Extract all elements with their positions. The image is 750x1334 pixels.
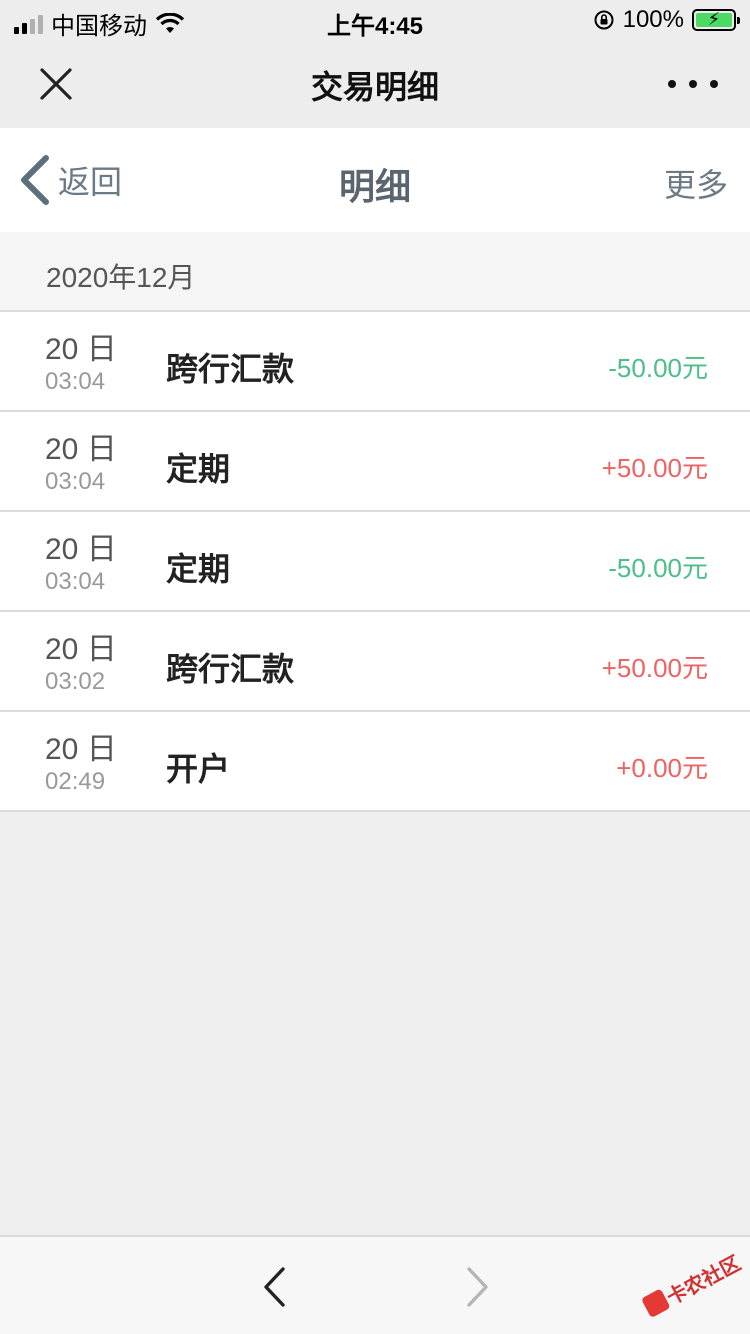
webview-title: 交易明细 [310,69,439,105]
page-header: 返回 明细 更多 [0,128,750,232]
month-label: 2020年12月 [46,262,196,293]
more-button[interactable]: 更多 [664,160,728,206]
transaction-name: 跨行汇款 [166,651,295,687]
dot-icon [710,80,718,88]
battery-percent: 100% [622,6,684,33]
transaction-amount: +0.00元 [616,753,708,783]
dot-icon [689,80,697,88]
transaction-time: 02:49 [45,768,106,795]
transaction-amount: +50.00元 [601,653,708,683]
transaction-name: 跨行汇款 [166,351,295,387]
more-options-button[interactable] [668,72,718,96]
status-bar: 中国移动 上午4:45 100% ⚡ [0,0,750,40]
transaction-row[interactable]: 20 日 03:02 跨行汇款 +50.00元 [0,612,750,712]
transaction-amount: +50.00元 [601,453,708,483]
month-section-header: 2020年12月 [0,232,750,312]
transaction-day: 20 日 [45,733,117,766]
transaction-time: 03:04 [45,368,106,395]
transaction-row[interactable]: 20 日 03:04 定期 +50.00元 [0,412,750,512]
transaction-time: 03:02 [45,668,106,695]
transaction-day: 20 日 [45,433,117,466]
transaction-day: 20 日 [45,533,117,566]
transaction-name: 定期 [166,451,231,487]
transaction-day: 20 日 [45,633,117,666]
transaction-name: 定期 [166,551,231,587]
page-title: 明细 [338,166,411,207]
transaction-amount: -50.00元 [608,553,708,583]
transaction-row[interactable]: 20 日 03:04 定期 -50.00元 [0,512,750,612]
transaction-time: 03:04 [45,468,106,495]
transaction-time: 03:04 [45,568,106,595]
browser-forward-button[interactable] [456,1265,496,1309]
battery-icon: ⚡ [692,9,740,31]
browser-back-button[interactable] [256,1265,296,1309]
transaction-row[interactable]: 20 日 02:49 开户 +0.00元 [0,712,750,812]
webview-top-bar: 交易明细 [0,40,750,128]
transaction-row[interactable]: 20 日 03:04 跨行汇款 -50.00元 [0,312,750,412]
transaction-name: 开户 [166,751,231,787]
transaction-day: 20 日 [45,333,117,366]
orientation-lock-icon [594,10,614,30]
dot-icon [668,80,676,88]
status-right: 100% ⚡ [593,6,740,34]
transaction-amount: -50.00元 [608,353,708,383]
transaction-list: 20 日 03:04 跨行汇款 -50.00元 20 日 03:04 定期 +5… [0,312,750,812]
